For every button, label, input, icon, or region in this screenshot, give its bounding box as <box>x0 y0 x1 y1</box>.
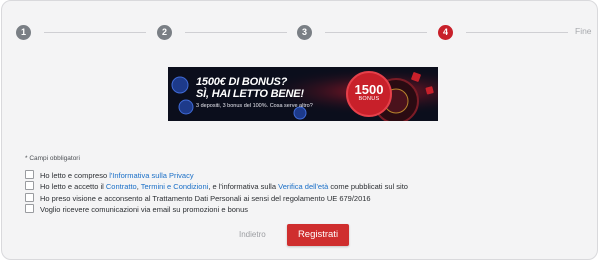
step-1-indicator: 1 <box>16 25 31 40</box>
promo-banner[interactable]: 1500€ DI BONUS? SÌ, HAI LETTO BENE! 3 de… <box>168 67 438 121</box>
data-processing-checkbox[interactable] <box>25 193 34 202</box>
banner-subheadline: SÌ, HAI LETTO BENE! <box>196 88 304 100</box>
consent-text: Ho letto e compreso <box>40 171 110 180</box>
terms-conditions-link[interactable]: Termini e Condizioni <box>141 182 209 191</box>
consent-privacy: Ho letto e compreso l'Informativa sulla … <box>25 170 194 181</box>
step-end-label: Fine <box>575 26 592 36</box>
step-2-indicator: 2 <box>157 25 172 40</box>
consent-text: come pubblicati sul sito <box>328 182 408 191</box>
consent-text: Voglio ricevere comunicazioni via email … <box>40 205 249 214</box>
consent-data-processing: Ho preso visione e acconsento al Trattam… <box>25 193 371 204</box>
step-connector <box>44 32 146 33</box>
progress-stepper: 1 2 3 4 Fine <box>2 1 600 65</box>
required-fields-note: * Campi obbligatori <box>25 155 80 162</box>
terms-checkbox[interactable] <box>25 181 34 190</box>
consent-text: Ho letto e accetto il <box>40 182 106 191</box>
consent-text: , e l'informativa sulla <box>208 182 279 191</box>
step-connector <box>325 32 427 33</box>
back-button[interactable]: Indietro <box>239 230 266 239</box>
registration-panel: 1 2 3 4 Fine 1500€ DI BONUS? SÌ, HAI LET… <box>1 0 598 260</box>
bonus-badge: 1500 BONUS <box>346 71 392 117</box>
banner-tagline: 3 depositi, 3 bonus del 100%. Cosa serve… <box>196 103 313 109</box>
contract-link[interactable]: Contratto <box>106 182 137 191</box>
consent-marketing: Voglio ricevere comunicazioni via email … <box>25 204 248 215</box>
consent-text: Ho preso visione e acconsento al Trattam… <box>40 194 371 203</box>
bonus-amount: 1500 <box>354 82 384 97</box>
banner-headline: 1500€ DI BONUS? <box>196 76 288 88</box>
age-verification-link[interactable]: Verifica dell'età <box>278 182 328 191</box>
marketing-checkbox[interactable] <box>25 204 34 213</box>
consent-terms: Ho letto e accetto il Contratto, Termini… <box>25 181 408 192</box>
step-4-indicator: 4 <box>438 25 453 40</box>
step-connector <box>185 32 287 33</box>
privacy-checkbox[interactable] <box>25 170 34 179</box>
step-3-indicator: 3 <box>297 25 312 40</box>
privacy-policy-link[interactable]: l'Informativa sulla Privacy <box>109 171 193 180</box>
step-connector <box>466 32 568 33</box>
register-button[interactable]: Registrati <box>287 224 349 246</box>
